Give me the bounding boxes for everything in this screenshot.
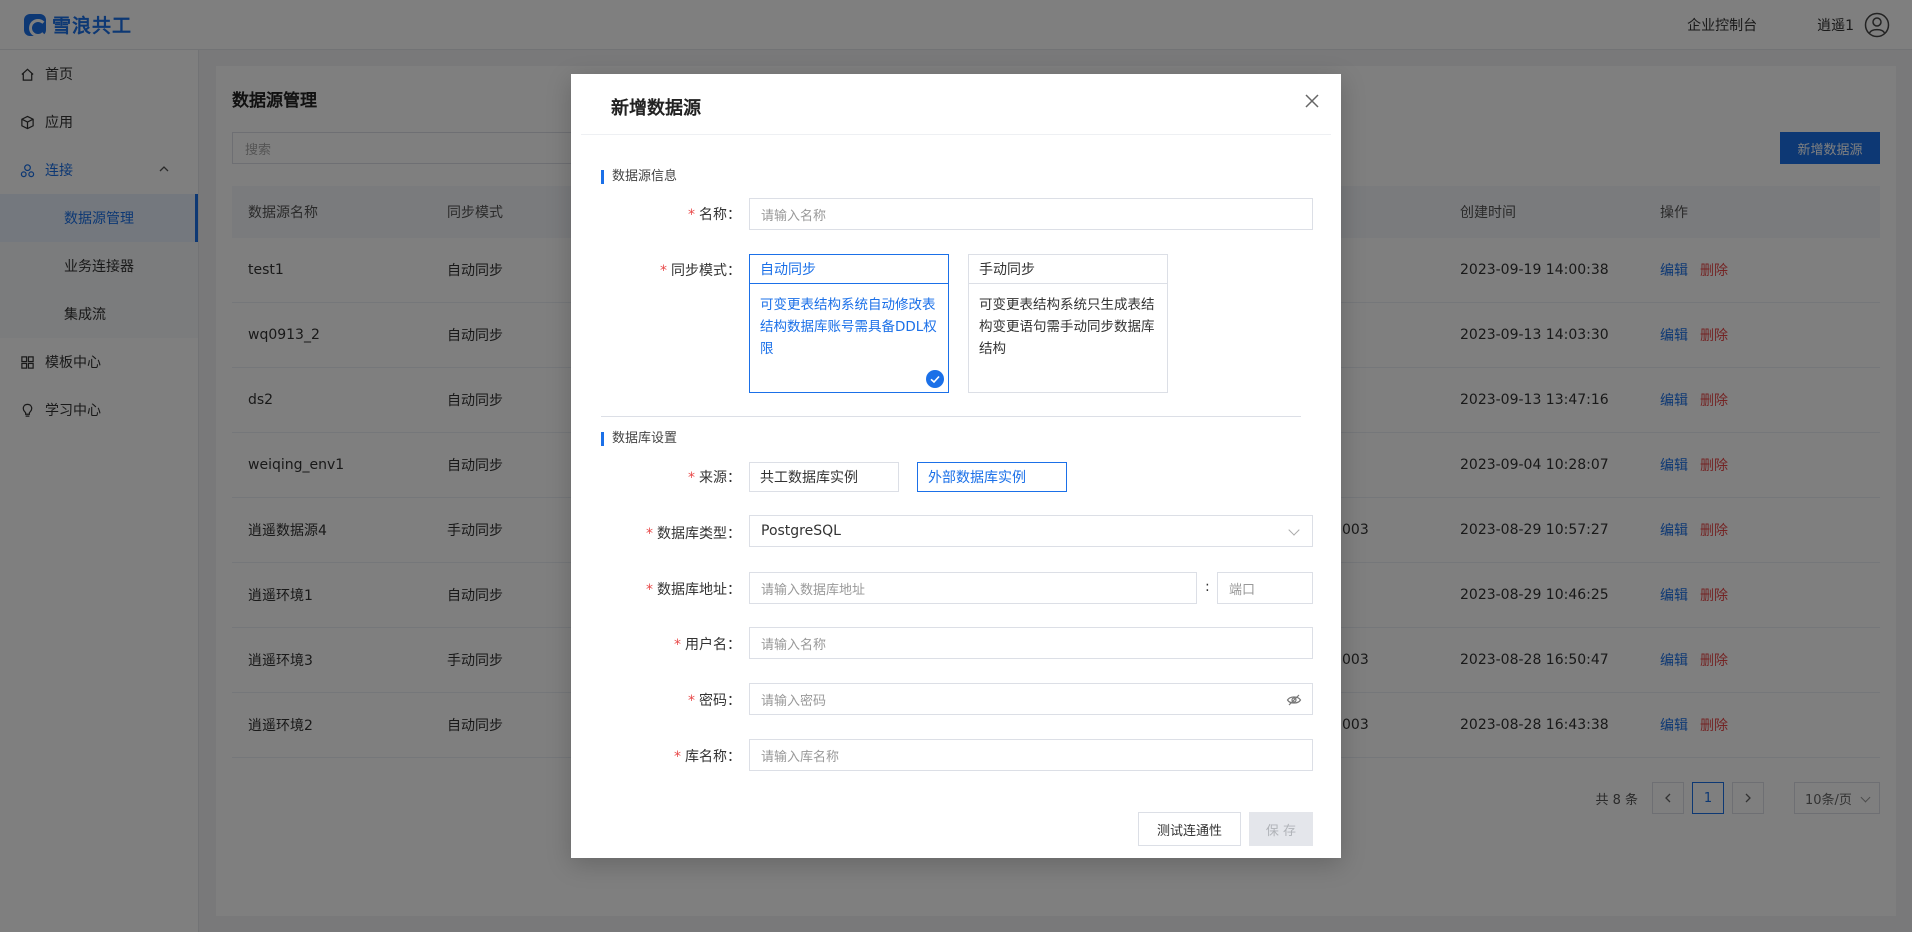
- port-input[interactable]: 端口: [1217, 572, 1313, 604]
- password-placeholder: 请输入密码: [761, 693, 827, 709]
- source-option-internal[interactable]: 共工数据库实例: [749, 462, 899, 492]
- db-type-label: * 数据库类型：: [646, 526, 741, 542]
- db-type-select[interactable]: PostgreSQL: [749, 515, 1313, 547]
- chevron-down-icon: [1288, 524, 1300, 536]
- section-title-db: 数据库设置: [601, 432, 677, 446]
- sync-option-desc: 可变更表结构系统只生成表结构变更语句需手动同步数据库结构: [979, 297, 1155, 357]
- name-input[interactable]: 请输入名称: [749, 198, 1313, 230]
- db-name-label: * 库名称：: [674, 749, 741, 765]
- sync-option-auto[interactable]: 自动同步 可变更表结构系统自动修改表结构数据库账号需具备DDL权限: [749, 254, 949, 393]
- address-port-separator: :: [1205, 579, 1210, 595]
- dialog-divider: [581, 134, 1331, 135]
- section-separator: [601, 416, 1301, 417]
- db-address-label: * 数据库地址：: [646, 582, 741, 598]
- username-label: * 用户名：: [674, 637, 741, 653]
- username-input[interactable]: 请输入名称: [749, 627, 1313, 659]
- source-option-external[interactable]: 外部数据库实例: [917, 462, 1067, 492]
- add-datasource-dialog: 新增数据源 数据源信息 * 名称： 请输入名称 * 同步模式： 自动同步 可变更表结…: [571, 74, 1341, 858]
- password-label: * 密码：: [688, 693, 741, 709]
- sync-option-title: 手动同步: [969, 255, 1167, 284]
- source-label: * 来源：: [688, 470, 741, 486]
- sync-option-manual[interactable]: 手动同步 可变更表结构系统只生成表结构变更语句需手动同步数据库结构: [968, 254, 1168, 393]
- check-circle-icon: [926, 370, 944, 388]
- sync-option-desc: 可变更表结构系统自动修改表结构数据库账号需具备DDL权限: [760, 297, 937, 357]
- eye-off-icon[interactable]: [1286, 692, 1302, 708]
- db-name-input[interactable]: 请输入库名称: [749, 739, 1313, 771]
- db-type-value: PostgreSQL: [761, 523, 841, 539]
- dialog-title: 新增数据源: [611, 98, 701, 119]
- sync-option-title: 自动同步: [750, 255, 948, 284]
- save-button[interactable]: 保 存: [1249, 812, 1313, 846]
- name-label: * 名称：: [688, 207, 741, 223]
- close-icon[interactable]: [1301, 90, 1323, 112]
- sync-mode-label: * 同步模式：: [660, 263, 741, 279]
- password-input[interactable]: 请输入密码: [749, 683, 1313, 715]
- db-address-input[interactable]: 请输入数据库地址: [749, 572, 1197, 604]
- test-connection-button[interactable]: 测试连通性: [1138, 812, 1241, 846]
- section-title-info: 数据源信息: [601, 170, 677, 184]
